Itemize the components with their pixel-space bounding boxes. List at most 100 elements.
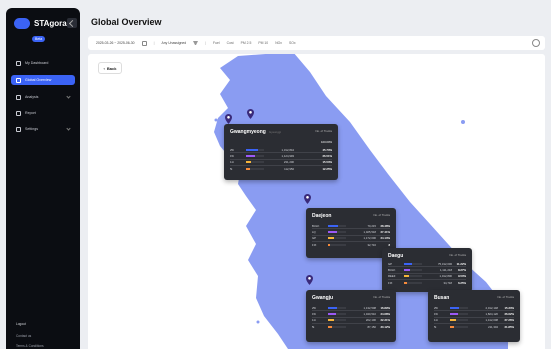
back-button[interactable]: ‹ Back bbox=[98, 62, 122, 74]
map-pin-icon[interactable] bbox=[225, 114, 232, 124]
assignment-filter[interactable]: Any Unassigned bbox=[161, 41, 186, 45]
row-percent: 27.41% bbox=[380, 229, 391, 234]
sidebar: STAgora Beta My Dashboard Global Overvie… bbox=[6, 8, 80, 349]
island-shape bbox=[214, 118, 218, 122]
row-value: 1,040,510 bbox=[363, 311, 376, 316]
row-value: 211,302 bbox=[488, 325, 498, 330]
row-bar-fill bbox=[450, 326, 454, 329]
row-value: 87,150 bbox=[367, 325, 376, 330]
row-percent: 22.31% bbox=[380, 318, 391, 323]
card-rows: BULK 70,215 28.48% LQ 1,025,518 27.41% GP 1,172… bbox=[312, 223, 390, 248]
card-total: 100.00% bbox=[320, 140, 332, 144]
row-label: GP bbox=[312, 236, 317, 241]
row-bar bbox=[450, 326, 468, 329]
card-row: FIX 34,718 6.25% bbox=[388, 280, 466, 286]
row-label: FIX bbox=[312, 243, 317, 248]
date-range[interactable]: 2025-03-26 ~ 2025-06-30 bbox=[96, 41, 135, 45]
region-card-busan[interactable]: Busan No. of Trucks 25t 2,012,148 15.33% 15… bbox=[428, 290, 520, 342]
row-label: REEF bbox=[388, 274, 396, 279]
app-badge: Beta bbox=[32, 36, 46, 42]
row-percent: 26.62% bbox=[504, 311, 515, 316]
back-label: Back bbox=[106, 65, 117, 71]
row-bar bbox=[404, 268, 422, 271]
chip-sox[interactable]: SOx bbox=[289, 41, 296, 45]
card-row: 5t 211,302 21.85% bbox=[434, 324, 514, 330]
row-bar bbox=[328, 224, 346, 227]
logout-link[interactable]: Logout bbox=[16, 322, 26, 326]
row-percent: 15.53% bbox=[322, 160, 333, 165]
sidebar-item-settings[interactable]: Settings bbox=[11, 124, 75, 134]
row-value: 112,950 bbox=[284, 167, 294, 172]
chip-pm10[interactable]: PM 10 bbox=[258, 41, 268, 45]
row-value: 1,012,800 bbox=[439, 274, 452, 279]
card-header: No. of Trucks bbox=[315, 129, 332, 133]
terms-link[interactable]: Terms & Conditions bbox=[16, 344, 44, 348]
row-bar bbox=[404, 275, 422, 278]
row-bar-fill bbox=[246, 161, 252, 164]
row-percent: 45.73% bbox=[322, 147, 333, 152]
row-value: 202,100 bbox=[365, 318, 376, 323]
map-pin-icon[interactable] bbox=[247, 109, 254, 119]
filter-icon[interactable] bbox=[193, 41, 199, 45]
row-bar bbox=[328, 237, 346, 240]
collapse-sidebar-button[interactable] bbox=[67, 18, 77, 28]
settings-gear-icon[interactable] bbox=[532, 39, 540, 47]
document-icon bbox=[16, 110, 21, 116]
row-percent: 24.68% bbox=[380, 311, 391, 316]
row-bar-fill bbox=[328, 230, 337, 233]
row-bar bbox=[328, 230, 346, 233]
calendar-icon[interactable] bbox=[141, 40, 147, 46]
card-header: No. of Trucks bbox=[373, 213, 390, 217]
chip-cost[interactable]: Cost bbox=[227, 41, 234, 45]
map-pin-icon[interactable] bbox=[306, 275, 313, 285]
row-label: 11t bbox=[312, 318, 316, 323]
row-value: 1,824,120 bbox=[485, 311, 498, 316]
row-label: FIX bbox=[388, 281, 393, 286]
row-bar bbox=[328, 312, 346, 315]
sidebar-item-label: Analysis bbox=[25, 95, 39, 99]
map-pin-icon[interactable] bbox=[304, 194, 311, 204]
row-label: 25t bbox=[230, 147, 234, 152]
row-bar-fill bbox=[328, 319, 335, 322]
chip-nox[interactable]: NOx bbox=[275, 41, 282, 45]
row-percent: 9.50% bbox=[458, 274, 466, 279]
region-card-gwangmyeong[interactable]: Gwangmyeong Gyeonggi No. of Trucks 100.0… bbox=[224, 124, 338, 180]
row-value: 1,412,008 bbox=[485, 318, 498, 323]
row-label: BULK bbox=[388, 267, 396, 272]
app-logo[interactable]: STAgora bbox=[14, 18, 67, 29]
region-card-daegu[interactable]: Daegu No. of Trucks GP 75,312,000 11.22% BU… bbox=[382, 248, 472, 292]
row-bar bbox=[328, 326, 346, 329]
row-percent: 24.13% bbox=[380, 236, 391, 241]
row-label: 25t bbox=[434, 305, 438, 310]
row-percent: 11.22% bbox=[456, 261, 466, 266]
row-value: 1,111,218 bbox=[439, 267, 452, 272]
row-value: 1,025,518 bbox=[363, 229, 376, 234]
card-row: FIX 32,716 8 bbox=[312, 242, 390, 248]
row-percent: 8.27% bbox=[458, 267, 466, 272]
row-bar-fill bbox=[328, 306, 337, 309]
chip-pm25[interactable]: PM 2.5 bbox=[241, 41, 252, 45]
sidebar-item-analysis[interactable]: Analysis bbox=[11, 92, 75, 102]
card-rows: GP 75,312,000 11.22% BULK 1,111,218 8.27% REEF… bbox=[388, 261, 466, 286]
island-shape bbox=[256, 320, 260, 324]
row-label: BULK bbox=[312, 223, 320, 228]
chevron-down-icon bbox=[66, 126, 71, 131]
row-value: 75,312,000 bbox=[438, 261, 452, 266]
sidebar-item-my-dashboard[interactable]: My Dashboard bbox=[11, 58, 75, 68]
logo-icon bbox=[14, 18, 30, 29]
row-bar-fill bbox=[328, 237, 335, 240]
row-percent: 12.25% bbox=[322, 167, 333, 172]
sidebar-item-label: Global Overview bbox=[25, 78, 52, 82]
row-bar bbox=[450, 312, 468, 315]
row-label: 5t bbox=[230, 167, 233, 172]
page-title: Global Overview bbox=[91, 17, 162, 27]
sidebar-item-global-overview[interactable]: Global Overview bbox=[11, 75, 75, 85]
row-value: 1,172,000 bbox=[363, 236, 376, 241]
row-bar-fill bbox=[450, 319, 457, 322]
row-bar-fill bbox=[328, 224, 338, 227]
row-bar bbox=[450, 319, 468, 322]
region-card-gwangju[interactable]: Gwangju No. of Trucks 25t 1,132,508 16.89%… bbox=[306, 290, 396, 342]
contact-link[interactable]: Contact us bbox=[16, 334, 31, 338]
chip-fuel[interactable]: Fuel bbox=[213, 41, 220, 45]
sidebar-item-report[interactable]: Report bbox=[11, 108, 75, 118]
